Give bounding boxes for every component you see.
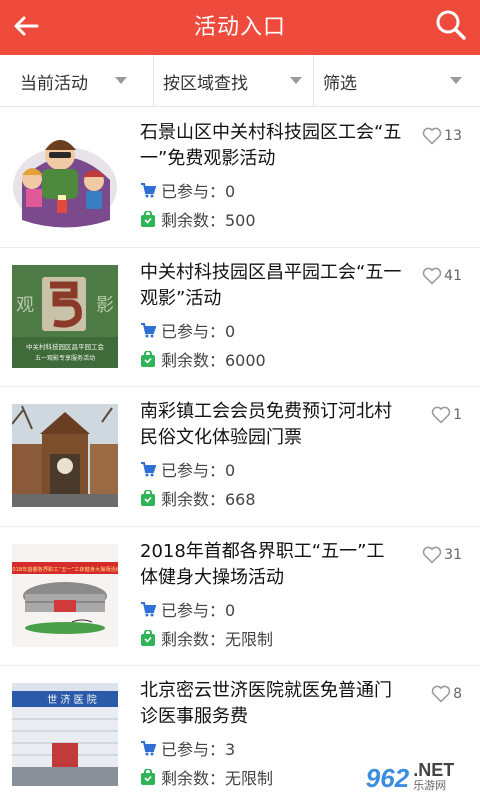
joined-count: 已参与：3 — [140, 736, 235, 760]
thumb-caption-2: 五一观影专享服务活动 — [35, 354, 95, 362]
remaining-text: 剩余数：668 — [161, 490, 256, 509]
filter-bar: 当前活动 按区域查找 筛选 — [0, 55, 480, 107]
activity-thumbnail: 观 影 中关村科技园区昌平园工会 五一观影专享服务活动 — [12, 264, 118, 368]
watermark-number: 962 — [365, 762, 410, 793]
remaining-count: 剩余数：6000 — [140, 347, 266, 371]
joined-count: 已参与：0 — [140, 457, 235, 481]
filter-label: 按区域查找 — [163, 73, 248, 94]
bag-icon — [140, 211, 156, 227]
bag-icon — [140, 350, 156, 367]
dropdown-caret-icon — [290, 77, 302, 84]
activity-info: 南彩镇工会会员免费预订河北村民俗文化体验园门票 — [140, 399, 402, 451]
app-header: 活动入口 — [0, 0, 480, 55]
activity-thumbnail — [12, 404, 118, 507]
like-count: 31 — [444, 546, 462, 563]
filter-by-region[interactable]: 按区域查找 — [153, 55, 313, 107]
like-button[interactable]: 1 — [431, 406, 462, 424]
dropdown-caret-icon — [115, 77, 127, 84]
like-count: 41 — [444, 267, 462, 284]
like-button[interactable]: 31 — [422, 546, 462, 564]
watermark-sub: 乐游网 — [413, 780, 447, 792]
cart-icon — [140, 182, 156, 198]
activity-title[interactable]: 北京密云世济医院就医免普通门诊医事服务费 — [140, 678, 402, 730]
watermark-net: .NET — [413, 760, 455, 780]
activity-title[interactable]: 中关村科技园区昌平园工会“五一观影”活动 — [140, 260, 402, 312]
dropdown-caret-icon — [450, 77, 462, 84]
like-count: 8 — [453, 686, 462, 702]
joined-text: 已参与：0 — [161, 600, 236, 620]
cart-icon — [140, 740, 156, 756]
page-title: 活动入口 — [193, 15, 286, 40]
filter-label: 当前活动 — [20, 73, 88, 94]
thumb-banner: 2018年首都各界职工“五一”工体健身大操场活动 — [12, 565, 118, 573]
joined-count: 已参与：0 — [140, 178, 235, 202]
filter-current-activity[interactable]: 当前活动 — [0, 55, 153, 107]
activity-thumbnail: 2018年首都各界职工“五一”工体健身大操场活动 — [12, 543, 118, 647]
joined-count: 已参与：0 — [140, 597, 235, 621]
joined-text: 已参与：3 — [161, 740, 236, 759]
thumb-char-left: 观 — [16, 295, 34, 316]
activity-info: 北京密云世济医院就医免普通门诊医事服务费 — [140, 678, 402, 730]
remaining-text: 剩余数：6000 — [161, 350, 266, 370]
filter-label: 筛选 — [323, 73, 357, 94]
filter-screen[interactable]: 筛选 — [313, 55, 480, 107]
remaining-text: 剩余数：无限制 — [161, 769, 274, 788]
site-watermark: 962 .NET 乐游网 — [340, 756, 480, 800]
activity-item[interactable]: 观 影 中关村科技园区昌平园工会 五一观影专享服务活动 中关村科技园区昌平园工会… — [0, 247, 480, 387]
activity-thumbnail: 世 济 医 院 — [12, 683, 118, 786]
remaining-text: 剩余数：无限制 — [161, 629, 274, 649]
activity-title[interactable]: 南彩镇工会会员免费预订河北村民俗文化体验园门票 — [140, 399, 402, 451]
activity-info: 2018年首都各界职工“五一”工体健身大操场活动 — [140, 539, 402, 591]
cart-icon — [140, 601, 156, 617]
joined-text: 已参与：0 — [161, 321, 236, 341]
thumb-caption-1: 中关村科技园区昌平园工会 — [26, 342, 105, 351]
joined-text: 已参与：0 — [161, 182, 236, 201]
activity-info: 中关村科技园区昌平园工会“五一观影”活动 — [140, 260, 402, 312]
like-count: 13 — [444, 128, 462, 144]
search-button[interactable] — [430, 6, 472, 48]
thumb-sign: 世 济 医 院 — [47, 693, 97, 706]
remaining-count: 剩余数：500 — [140, 207, 256, 231]
remaining-text: 剩余数：500 — [161, 211, 256, 230]
watermark-suffix: .NET 乐游网 — [413, 760, 455, 794]
activity-title[interactable]: 石景山区中关村科技园区工会“五一”免费观影活动 — [140, 120, 402, 172]
heart-icon — [422, 127, 442, 145]
cart-icon — [140, 322, 156, 338]
joined-count: 已参与：0 — [140, 318, 235, 342]
activity-title[interactable]: 2018年首都各界职工“五一”工体健身大操场活动 — [140, 539, 402, 591]
search-icon — [435, 9, 467, 45]
heart-icon — [431, 685, 451, 703]
remaining-count: 剩余数：无限制 — [140, 626, 273, 650]
heart-icon — [431, 406, 451, 424]
like-button[interactable]: 13 — [422, 127, 462, 145]
activity-list: 石景山区中关村科技园区工会“五一”免费观影活动 已参与：0 剩余数：500 13 — [0, 108, 480, 800]
activity-item[interactable]: 南彩镇工会会员免费预订河北村民俗文化体验园门票 已参与：0 剩余数：668 1 — [0, 387, 480, 527]
heart-icon — [422, 546, 442, 564]
activity-thumbnail — [12, 125, 118, 228]
activity-item[interactable]: 石景山区中关村科技园区工会“五一”免费观影活动 已参与：0 剩余数：500 13 — [0, 108, 480, 248]
like-button[interactable]: 41 — [422, 267, 462, 285]
bag-icon — [140, 490, 156, 506]
heart-icon — [422, 267, 442, 285]
activity-info: 石景山区中关村科技园区工会“五一”免费观影活动 — [140, 120, 402, 172]
activity-item[interactable]: 2018年首都各界职工“五一”工体健身大操场活动 2018年首都各界职工“五一”… — [0, 526, 480, 666]
remaining-count: 剩余数：无限制 — [140, 765, 273, 789]
like-button[interactable]: 8 — [431, 685, 462, 703]
bag-icon — [140, 629, 156, 646]
remaining-count: 剩余数：668 — [140, 486, 256, 510]
bag-icon — [140, 769, 156, 785]
like-count: 1 — [453, 407, 462, 423]
joined-text: 已参与：0 — [161, 461, 236, 480]
cart-icon — [140, 461, 156, 477]
thumb-char-right: 影 — [96, 295, 114, 316]
